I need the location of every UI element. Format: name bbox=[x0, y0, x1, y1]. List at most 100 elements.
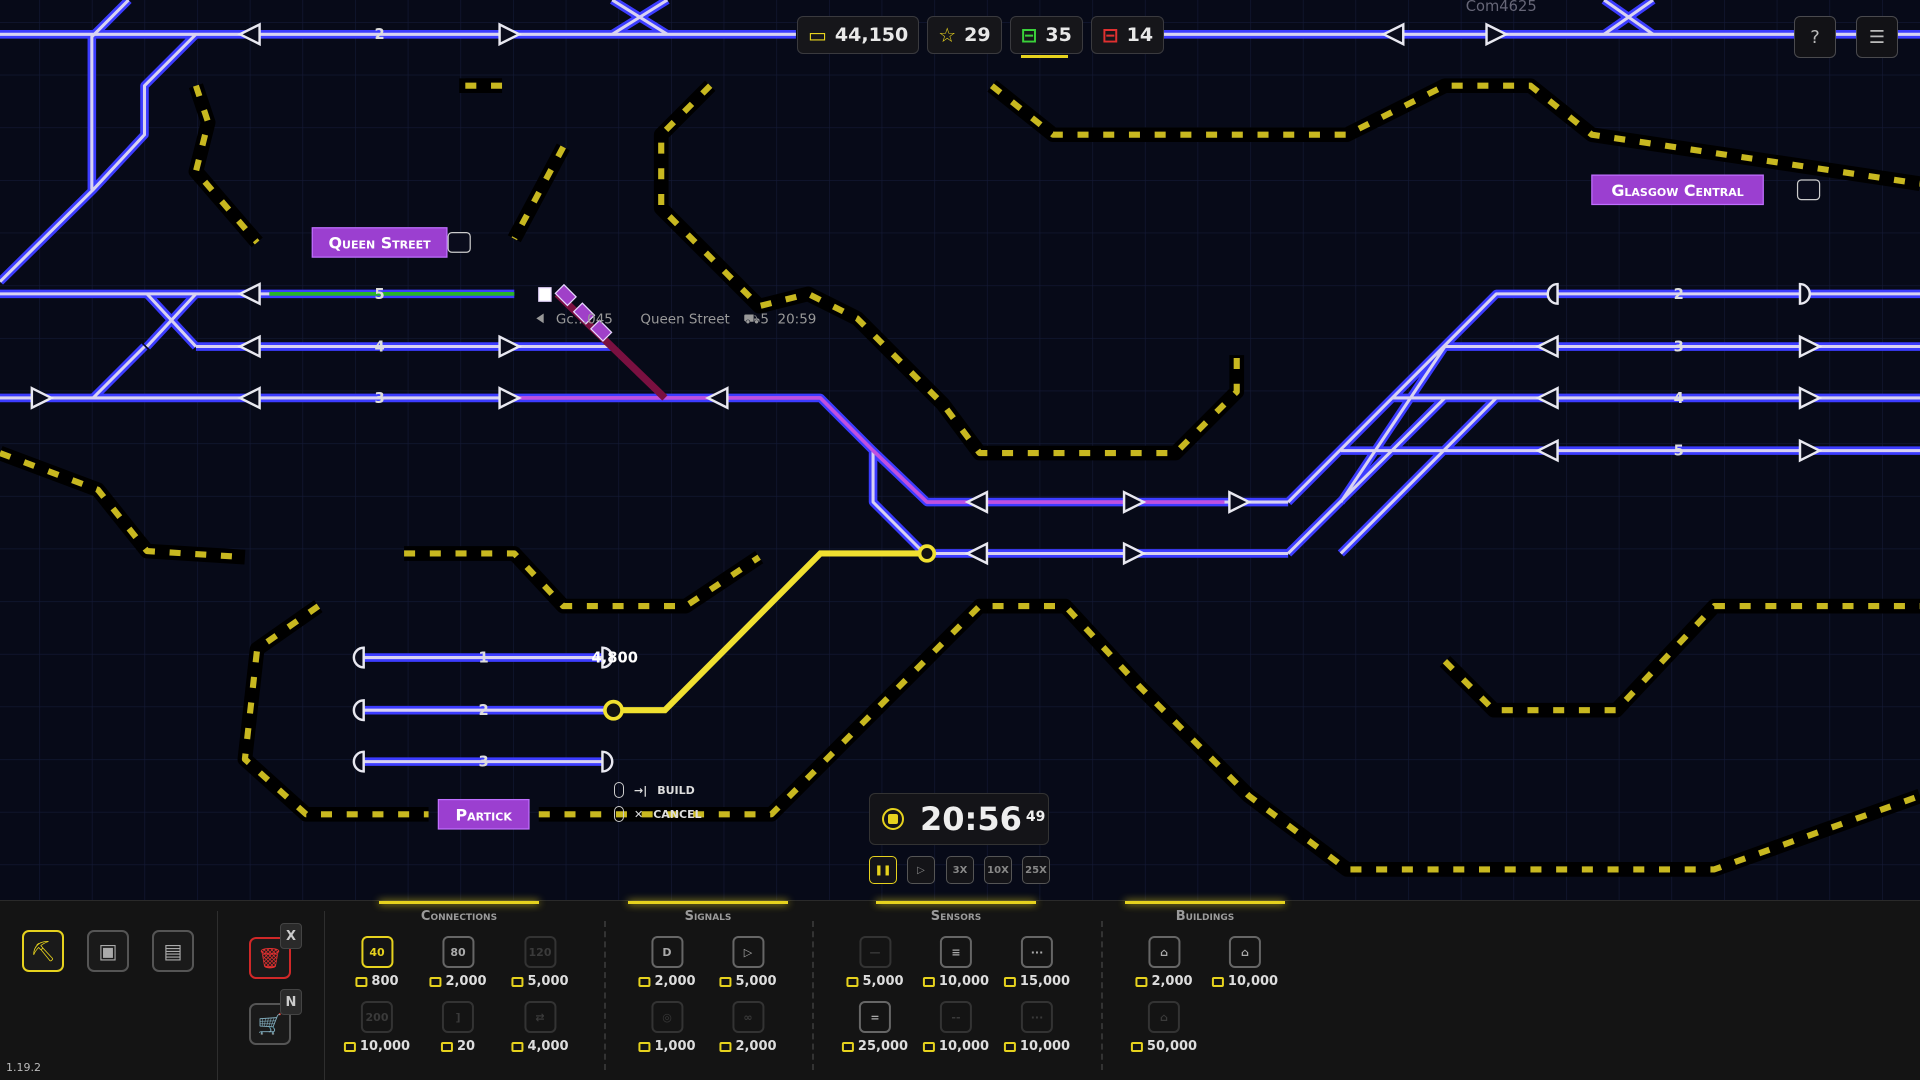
waiting-trains-counter[interactable]: ⊟ 14 bbox=[1090, 16, 1165, 54]
svg-text:Partick: Partick bbox=[456, 805, 513, 824]
star-icon: ☆ bbox=[938, 23, 957, 47]
coin-icon bbox=[841, 1041, 854, 1052]
list-icon: ☰ bbox=[1868, 26, 1886, 48]
station-building-icon bbox=[1796, 179, 1821, 201]
item-price: 10,000 bbox=[922, 974, 989, 989]
category-highlight bbox=[628, 901, 788, 904]
item-icon: ⌂ bbox=[1147, 1001, 1180, 1033]
coin-icon bbox=[922, 1041, 935, 1052]
category-highlight bbox=[379, 901, 539, 904]
speed-3x-button[interactable]: 3X bbox=[946, 856, 974, 884]
chip-icon: ▣ bbox=[98, 939, 118, 963]
svg-text:Queen Street: Queen Street bbox=[328, 234, 431, 253]
item-icon: 200 bbox=[360, 1001, 393, 1033]
build-item[interactable]: — 5,000 bbox=[846, 936, 904, 989]
build-mode-button[interactable]: ⛏ bbox=[22, 930, 64, 972]
build-item[interactable]: ≡ 10,000 bbox=[922, 936, 989, 989]
speed-25x-button[interactable]: 25X bbox=[1022, 856, 1050, 884]
item-icon: ◎ bbox=[651, 1001, 683, 1033]
menu-button[interactable]: ☰ bbox=[1856, 16, 1898, 58]
item-icon: ⇄ bbox=[524, 1001, 556, 1033]
build-item[interactable]: 40 800 bbox=[355, 936, 399, 989]
chip-mode-button[interactable]: ▣ bbox=[87, 930, 129, 972]
platform-number: 5 bbox=[1674, 443, 1684, 460]
coin-icon bbox=[719, 976, 732, 987]
item-icon: — bbox=[859, 936, 891, 968]
route-startpoint[interactable] bbox=[603, 699, 624, 721]
platform-number: 1 bbox=[479, 649, 489, 666]
coin-icon bbox=[1130, 1041, 1143, 1052]
category-title[interactable]: Signals bbox=[685, 909, 732, 924]
item-price: 5,000 bbox=[719, 974, 777, 989]
build-item[interactable]: ▷ 5,000 bbox=[719, 936, 777, 989]
money-counter[interactable]: ▭ 44,150 bbox=[797, 16, 920, 54]
category-title[interactable]: Buildings bbox=[1176, 909, 1235, 924]
active-trains-counter[interactable]: ⊟ 35 bbox=[1009, 16, 1083, 58]
item-icon: 40 bbox=[360, 936, 393, 968]
track-label: 2 bbox=[374, 26, 384, 43]
coin-icon bbox=[440, 1041, 453, 1052]
item-price: 800 bbox=[355, 974, 399, 989]
build-item[interactable]: 200 10,000 bbox=[343, 1001, 410, 1054]
play-icon: ▷ bbox=[917, 864, 925, 876]
pause-icon: ❚❚ bbox=[874, 864, 892, 876]
category-title[interactable]: Sensors bbox=[931, 909, 982, 924]
item-price: 10,000 bbox=[1003, 1039, 1070, 1054]
help-icon: ? bbox=[1810, 26, 1820, 48]
train-label[interactable]: Com4625 bbox=[1466, 0, 1537, 15]
build-item[interactable]: 120 5,000 bbox=[511, 936, 569, 989]
station-partick[interactable]: Partick bbox=[437, 798, 530, 830]
build-item[interactable]: -- 10,000 bbox=[922, 1001, 989, 1054]
play-button[interactable]: ▷ bbox=[907, 856, 935, 884]
platform-number: 4 bbox=[1674, 390, 1684, 407]
category-title[interactable]: Connections bbox=[421, 909, 497, 924]
item-icon: ··· bbox=[1020, 936, 1053, 968]
build-item[interactable]: ◎ 1,000 bbox=[638, 1001, 696, 1054]
platform-length: 4,800 bbox=[591, 649, 637, 666]
item-icon: ⌂ bbox=[1148, 936, 1180, 968]
pause-button[interactable]: ❚❚ bbox=[869, 856, 897, 884]
build-item[interactable]: 80 2,000 bbox=[429, 936, 487, 989]
book-mode-button[interactable]: ▤ bbox=[152, 930, 194, 972]
build-item[interactable]: ] 20 bbox=[440, 1001, 475, 1054]
book-icon: ▤ bbox=[163, 939, 183, 963]
platform-number: 2 bbox=[479, 702, 489, 719]
wallet-icon: ▭ bbox=[808, 23, 827, 47]
build-item[interactable]: ⇄ 4,000 bbox=[511, 1001, 569, 1054]
build-item[interactable]: = 25,000 bbox=[841, 1001, 908, 1054]
build-toolbar: ⛏ ▣ ▤ 🗑 X 🛒 N Connections 40 800 80 2,000 120… bbox=[0, 900, 1920, 1080]
build-item[interactable]: ⌂ 2,000 bbox=[1135, 936, 1193, 989]
cancel-hint: ✕ CANCEL bbox=[614, 806, 702, 822]
coin-icon bbox=[1135, 976, 1148, 987]
station-building-icon bbox=[447, 232, 471, 253]
coin-icon bbox=[1003, 976, 1016, 987]
resource-hud: ▭ 44,150 ☆ 29 ⊟ 35 ⊟ 14 bbox=[797, 16, 1165, 58]
speed-10x-button[interactable]: 10X bbox=[984, 856, 1012, 884]
build-item[interactable]: ∞ 2,000 bbox=[719, 1001, 777, 1054]
item-icon: D bbox=[651, 936, 683, 968]
coin-icon bbox=[638, 1041, 651, 1052]
stars-counter[interactable]: ☆ 29 bbox=[927, 16, 1002, 54]
build-item[interactable]: ··· 15,000 bbox=[1003, 936, 1070, 989]
coin-icon bbox=[355, 976, 368, 987]
build-item[interactable]: ··· 10,000 bbox=[1003, 1001, 1070, 1054]
item-icon: ··· bbox=[1020, 1001, 1053, 1033]
version-label: 1.19.2 bbox=[6, 1061, 41, 1074]
platform-number: 3 bbox=[374, 390, 384, 407]
item-icon: = bbox=[858, 1001, 891, 1033]
item-price: 10,000 bbox=[343, 1039, 410, 1054]
build-item[interactable]: ⌂ 10,000 bbox=[1211, 936, 1278, 989]
route-endpoint[interactable] bbox=[917, 544, 937, 563]
item-icon: ] bbox=[442, 1001, 474, 1033]
cart-icon: 🛒 bbox=[257, 1012, 283, 1036]
coin-icon bbox=[1211, 976, 1224, 987]
build-item[interactable]: D 2,000 bbox=[638, 936, 696, 989]
station-queen-street[interactable]: Queen Street bbox=[311, 227, 471, 258]
mouse-right-icon bbox=[614, 806, 624, 822]
item-price: 15,000 bbox=[1003, 974, 1070, 989]
help-button[interactable]: ? bbox=[1794, 16, 1836, 58]
svg-text:20:59: 20:59 bbox=[778, 312, 817, 327]
build-item[interactable]: ⌂ 50,000 bbox=[1130, 1001, 1197, 1054]
coin-icon bbox=[922, 976, 935, 987]
svg-text:Queen Street: Queen Street bbox=[640, 312, 729, 327]
